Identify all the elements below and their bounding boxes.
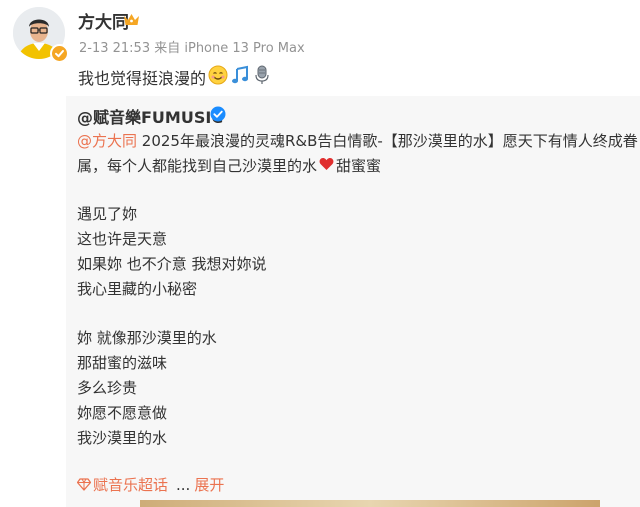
heart-icon: [319, 154, 334, 179]
verified-badge-icon: [50, 44, 69, 63]
microphone-icon: [252, 65, 272, 89]
topic-link-label: 赋音乐超话: [93, 476, 169, 494]
crown-icon: [124, 14, 139, 25]
repost-footer: 赋音乐超话 ... 展开: [77, 474, 224, 495]
post-meta: 2-13 21:53 来自 iPhone 13 Pro Max: [79, 41, 305, 56]
lyric-line: 我心里藏的小秘密: [77, 280, 198, 298]
lyrics-stanza-2: 妳 就像那沙漠里的水 那甜蜜的滋味 多么珍贵 妳愿不愿意做 我沙漠里的水: [77, 326, 217, 451]
lyric-line: 妳 就像那沙漠里的水: [77, 329, 217, 347]
lyrics-stanza-1: 遇见了妳 这也许是天意 如果妳 也不介意 我想对妳说 我心里藏的小秘密: [77, 202, 267, 302]
blue-verified-icon: [210, 106, 226, 122]
attached-image-edge[interactable]: [140, 500, 600, 507]
intro-line-2: 属，每个人都能找到自己沙漠里的水: [77, 157, 318, 175]
diamond-topic-icon: [77, 478, 91, 491]
weibo-post: 方大同 2-13 21:53 来自 iPhone 13 Pro Max 我也觉得…: [0, 0, 640, 507]
reposted-content[interactable]: @赋音樂FUMUSIC @方大同 2025年最浪漫的灵魂R&B告白情歌-【那沙漠…: [66, 96, 640, 507]
topic-link[interactable]: 赋音乐超话: [77, 474, 168, 495]
lyric-line: 那甜蜜的滋味: [77, 354, 168, 372]
lyric-line: 多么珍贵: [77, 379, 138, 397]
intro-line-2-tail: 甜蜜蜜: [336, 157, 382, 175]
repost-author[interactable]: @赋音樂FUMUSIC: [77, 104, 223, 128]
lyric-line: 这也许是天意: [77, 230, 168, 248]
lyric-line: 遇见了妳: [77, 205, 138, 223]
post-text: 我也觉得挺浪漫的: [78, 65, 272, 89]
smile-emoji-icon: [208, 65, 228, 89]
lyric-line: 我沙漠里的水: [77, 429, 168, 447]
ellipsis: ...: [176, 475, 191, 494]
intro-line-1: 2025年最浪漫的灵魂R&B告白情歌-【那沙漠里的水】愿天下有情人终成眷: [137, 132, 638, 150]
music-note-icon: [230, 65, 250, 89]
post-text-content: 我也觉得挺浪漫的: [78, 69, 207, 88]
expand-button[interactable]: 展开: [194, 474, 224, 495]
repost-intro: @方大同 2025年最浪漫的灵魂R&B告白情歌-【那沙漠里的水】愿天下有情人终成…: [77, 129, 638, 179]
author-name[interactable]: 方大同: [78, 8, 129, 33]
lyric-line: 妳愿不愿意做: [77, 404, 168, 422]
lyric-line: 如果妳 也不介意 我想对妳说: [77, 255, 267, 273]
mention-link[interactable]: @方大同: [77, 132, 137, 150]
